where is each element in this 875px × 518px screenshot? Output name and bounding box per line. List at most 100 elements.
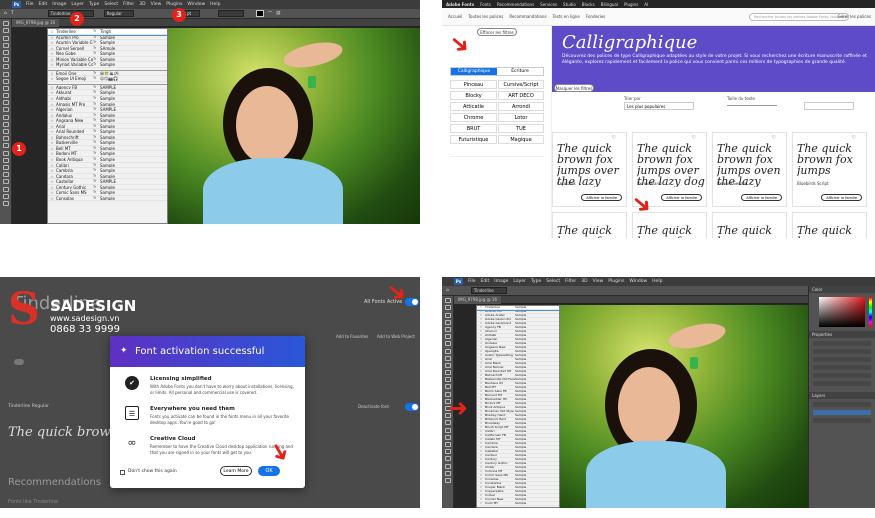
af-top-link[interactable]: Plugins — [624, 2, 638, 7]
color-swatch[interactable] — [255, 10, 264, 17]
tool-icon[interactable] — [3, 129, 9, 134]
star-icon[interactable]: ☆ — [48, 168, 56, 173]
af-category-button[interactable]: Futuristique — [450, 135, 497, 144]
view-family-button[interactable]: Afficher la famille — [661, 194, 702, 201]
star-icon[interactable]: ☆ — [477, 501, 485, 505]
af-category-button[interactable]: Atticatle — [450, 102, 497, 111]
tool-icon[interactable] — [445, 334, 451, 340]
font-card[interactable]: The quick brown — [712, 212, 787, 238]
favorite-icon[interactable]: ♡ — [612, 135, 616, 141]
tool-icon[interactable] — [3, 186, 9, 192]
af-manage-fonts[interactable]: Gérer les polices — [838, 14, 871, 19]
font-list-item[interactable]: ☆ Curlz MT Sample — [477, 501, 559, 506]
star-icon[interactable]: ☆ — [48, 135, 56, 140]
font-card[interactable]: The quick brown fox jumps over the lazy C… — [552, 132, 627, 207]
tool-icon[interactable] — [445, 348, 451, 354]
af-category-button[interactable]: ART DECO — [498, 91, 544, 100]
tool-icon[interactable] — [445, 312, 451, 318]
star-icon[interactable]: ☆ — [48, 174, 56, 179]
font-list-item[interactable]: ☆ Consolas Tr Sample — [48, 196, 167, 202]
view-family-button[interactable]: Afficher la famille — [741, 194, 782, 201]
menu-edit[interactable]: Edit — [481, 279, 490, 284]
menu-type[interactable]: Type — [89, 2, 99, 7]
font-toggle[interactable] — [405, 403, 419, 411]
hide-filters-button[interactable]: Masquer les filtres — [554, 84, 594, 92]
panel-properties-header[interactable]: Properties — [809, 331, 875, 338]
af-category-button[interactable]: Lotor — [498, 113, 544, 122]
tool-icon[interactable] — [3, 85, 9, 91]
af-category-button[interactable]: Chrome — [450, 113, 497, 122]
af-brand[interactable]: Adobe Fonts — [446, 2, 474, 7]
antialias-field[interactable] — [217, 10, 244, 17]
tool-icon[interactable] — [3, 172, 9, 178]
menu-3d[interactable]: 3D — [581, 279, 587, 284]
home-icon[interactable]: ⌂ — [4, 11, 7, 16]
menu-view[interactable]: View — [151, 2, 162, 7]
tool-icon[interactable] — [3, 164, 9, 170]
star-icon[interactable]: ☆ — [48, 124, 56, 129]
document-tab[interactable]: IMG_9798.jpg @ 16 — [12, 19, 60, 27]
menu-file[interactable]: File — [26, 2, 34, 7]
warp-icon[interactable]: ⌒ — [268, 11, 273, 17]
tool-icon[interactable] — [3, 78, 9, 84]
star-icon[interactable]: ☆ — [48, 90, 56, 96]
clear-filters-button[interactable]: Effacer les filtres — [477, 28, 517, 36]
tool-icon[interactable] — [445, 384, 451, 390]
star-icon[interactable]: ☆ — [48, 146, 56, 151]
document-tab-2[interactable]: IMG_9798.jpg @ 16 — [454, 296, 502, 304]
star-icon[interactable]: ☆ — [48, 157, 56, 162]
star-icon[interactable]: ☆ — [48, 40, 56, 45]
sidebar-toggle-1[interactable] — [14, 359, 24, 365]
star-icon[interactable]: ☆ — [48, 62, 56, 68]
font-card[interactable]: The quick brown fox jumps oven the lazy B… — [712, 132, 787, 207]
tool-icon[interactable] — [3, 143, 9, 149]
menu-type[interactable]: Type — [531, 279, 541, 284]
tool-icon[interactable] — [445, 305, 451, 311]
menu-view[interactable]: View — [593, 279, 604, 284]
tool-icon[interactable] — [445, 477, 451, 483]
tool-icon[interactable] — [3, 28, 9, 34]
menu-plugins[interactable]: Plugins — [608, 279, 624, 284]
panel-icon[interactable]: ▤ — [276, 11, 280, 16]
menu-image[interactable]: Image — [494, 279, 508, 284]
star-icon[interactable]: ☆ — [48, 29, 56, 34]
af-nav-link[interactable]: Recommandations — [509, 14, 546, 19]
tool-icon[interactable] — [445, 326, 451, 332]
tool-icon[interactable] — [3, 179, 9, 185]
tool-icon[interactable] — [445, 355, 451, 361]
star-icon[interactable]: ☆ — [48, 190, 56, 196]
tab-calligraphique[interactable]: Calligraphique — [451, 68, 497, 75]
tool-icon[interactable] — [445, 362, 451, 368]
tool-icon[interactable] — [3, 71, 9, 77]
star-icon[interactable]: ☆ — [48, 57, 56, 62]
af-search-input[interactable]: Rechercher toutes les polices Adobe Font… — [749, 13, 849, 21]
star-icon[interactable]: ☆ — [48, 163, 56, 168]
font-card[interactable]: The quick brown fox — [552, 212, 627, 238]
star-icon[interactable]: ☆ — [48, 118, 56, 123]
af-nav-link[interactable]: Toutes les polices — [468, 14, 503, 19]
tool-icon[interactable] — [3, 93, 9, 99]
star-icon[interactable]: ☆ — [48, 140, 56, 146]
af-nav-link[interactable]: Accueil — [448, 14, 462, 19]
tool-icon[interactable] — [445, 341, 451, 347]
tool-icon[interactable] — [3, 157, 9, 163]
tool-icon[interactable] — [3, 100, 9, 106]
menu-layer[interactable]: Layer — [71, 2, 84, 7]
tool-icon[interactable] — [445, 441, 451, 447]
tool-icon[interactable] — [3, 114, 9, 120]
tool-icon[interactable] — [3, 42, 9, 48]
af-category-button[interactable]: Magique — [498, 135, 544, 144]
star-icon[interactable]: ☆ — [48, 85, 56, 90]
menu-help[interactable]: Help — [210, 2, 220, 7]
view-select[interactable] — [804, 102, 854, 110]
tool-icon[interactable] — [445, 427, 451, 433]
tool-icon[interactable] — [3, 200, 9, 206]
home-icon-2[interactable]: ⌂ — [446, 288, 449, 293]
font-card[interactable]: The quick brown fox jumps Bluebirds Scrip… — [792, 132, 867, 207]
af-top-link[interactable]: AI — [644, 2, 648, 7]
star-icon[interactable]: ☆ — [48, 196, 56, 201]
menu-3d[interactable]: 3D — [139, 2, 145, 7]
tool-icon[interactable] — [445, 377, 451, 383]
tool-icon[interactable] — [3, 35, 9, 41]
star-icon[interactable]: ☆ — [48, 102, 56, 107]
